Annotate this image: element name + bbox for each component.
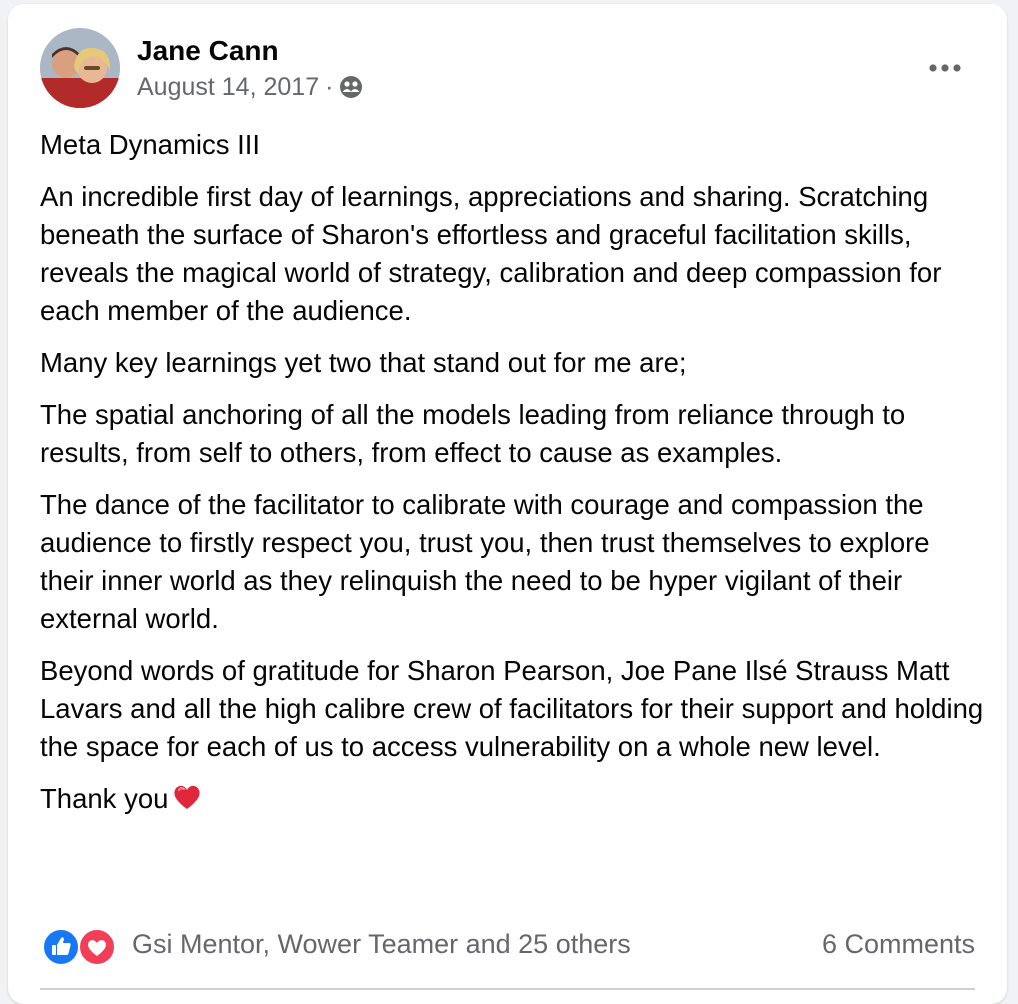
author-avatar[interactable]: [40, 28, 120, 108]
post-card: Jane Cann August 14, 2017 · Meta Dynamic…: [8, 4, 1007, 1004]
closing-text: Thank you: [40, 783, 169, 814]
post-body: Meta Dynamics III An incredible first da…: [40, 126, 990, 832]
comments-count-link[interactable]: 6 Comments: [822, 929, 975, 960]
post-closing: Thank you: [40, 780, 990, 818]
post-paragraph: Beyond words of gratitude for Sharon Pea…: [40, 655, 984, 762]
reactions-summary[interactable]: Gsi Mentor, Wower Teamer and 25 others: [132, 929, 631, 960]
post-title-line: Meta Dynamics III: [40, 129, 261, 160]
more-dots-icon: [929, 64, 961, 72]
post-header: Jane Cann August 14, 2017 ·: [40, 28, 983, 110]
post-paragraph: Many key learnings yet two that stand ou…: [40, 347, 687, 378]
like-icon: [42, 928, 80, 966]
reactions-icons[interactable]: [42, 924, 122, 966]
more-options-button[interactable]: [923, 46, 967, 90]
meta-separator: ·: [325, 73, 334, 101]
post-paragraph: The dance of the facilitator to calibrat…: [40, 489, 930, 634]
friends-icon[interactable]: [339, 75, 363, 99]
love-icon: [78, 928, 116, 966]
post-paragraph: An incredible first day of learnings, ap…: [40, 181, 942, 326]
post-date[interactable]: August 14, 2017: [137, 72, 319, 102]
author-name[interactable]: Jane Cann: [137, 34, 279, 68]
heart-icon: [172, 782, 202, 812]
post-paragraph: The spatial anchoring of all the models …: [40, 399, 906, 468]
avatar-photo: [40, 28, 120, 108]
post-meta: August 14, 2017 ·: [137, 72, 363, 102]
post-footer: Gsi Mentor, Wower Teamer and 25 others 6…: [42, 922, 975, 966]
